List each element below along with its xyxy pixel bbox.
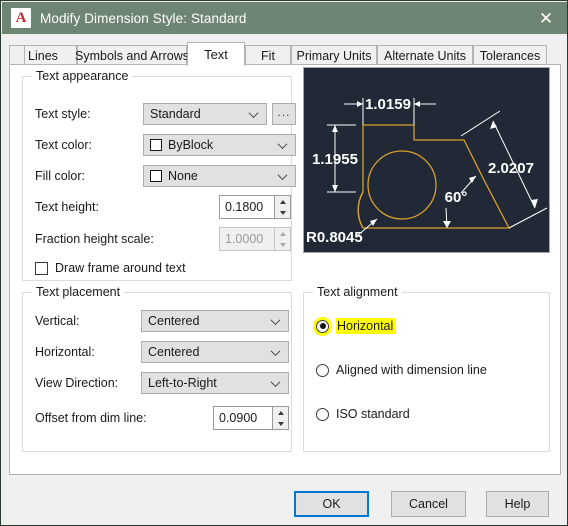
- chevron-down-icon: [279, 171, 288, 180]
- tab-fit[interactable]: Fit: [245, 45, 291, 65]
- tab-primary-units[interactable]: Primary Units: [291, 45, 377, 65]
- horizontal-value: Centered: [148, 345, 200, 359]
- radio-horizontal-label: Horizontal: [336, 318, 397, 334]
- title-bar: A Modify Dimension Style: Standard ✕: [2, 2, 567, 34]
- spin-up-icon: [275, 228, 290, 239]
- fraction-height-scale-stepper: 1.0000: [219, 227, 291, 251]
- horizontal-combo[interactable]: Centered: [141, 341, 289, 363]
- radio-unselected-icon[interactable]: [316, 407, 329, 421]
- modify-dimension-style-dialog: A Modify Dimension Style: Standard ✕ Lin…: [0, 0, 568, 526]
- dim-label-fillet-radius: R0.8045: [306, 229, 363, 246]
- fill-color-combo[interactable]: None: [143, 165, 296, 187]
- chevron-down-icon: [272, 378, 281, 387]
- chevron-down-icon: [272, 316, 281, 325]
- tab-alternate-units[interactable]: Alternate Units: [377, 45, 473, 65]
- fraction-height-scale-value: 1.0000: [219, 227, 274, 251]
- text-placement-group-label: Text placement: [32, 285, 125, 299]
- text-height-value[interactable]: 0.1800: [219, 195, 274, 219]
- spin-down-icon[interactable]: [275, 207, 290, 218]
- window-title: Modify Dimension Style: Standard: [40, 10, 247, 26]
- text-alignment-group-label: Text alignment: [313, 285, 402, 299]
- radio-unselected-icon[interactable]: [316, 363, 329, 377]
- arrow-left-top: [332, 125, 338, 132]
- fill-color-value: None: [168, 169, 198, 183]
- draw-frame-around-text-label: Draw frame around text: [55, 261, 186, 275]
- tab-text[interactable]: Text: [187, 42, 245, 66]
- text-style-browse-button[interactable]: ...: [272, 103, 296, 125]
- tab-symbols-and-arrows[interactable]: Symbols and Arrows: [75, 45, 189, 65]
- horizontal-label: Horizontal:: [35, 345, 95, 359]
- fillet-arc: [357, 191, 364, 229]
- color-swatch-icon: [150, 170, 162, 182]
- ext-line-angled-bottom: [508, 207, 548, 229]
- spin-up-icon[interactable]: [273, 407, 288, 418]
- tab-tolerances[interactable]: Tolerances: [473, 45, 547, 65]
- text-style-combo[interactable]: Standard: [143, 103, 267, 125]
- tab-strip: Lines Symbols and Arrows Text Fit Primar…: [9, 42, 561, 66]
- text-height-stepper[interactable]: 0.1800: [219, 195, 291, 219]
- offset-from-dim-line-stepper[interactable]: 0.0900: [213, 406, 289, 430]
- text-appearance-group-label: Text appearance: [32, 69, 133, 83]
- arrow-radius: [370, 219, 377, 226]
- radio-iso-standard[interactable]: ISO standard: [316, 407, 410, 421]
- hole-circle: [367, 150, 437, 220]
- radio-iso-standard-label: ISO standard: [336, 407, 410, 421]
- dim-label-angle: 60°: [445, 189, 468, 206]
- offset-from-dim-line-label: Offset from dim line:: [35, 411, 147, 425]
- spin-down-icon[interactable]: [273, 418, 288, 429]
- text-color-combo[interactable]: ByBlock: [143, 134, 296, 156]
- offset-from-dim-line-value[interactable]: 0.0900: [213, 406, 272, 430]
- help-button[interactable]: Help: [486, 491, 549, 517]
- text-height-label: Text height:: [35, 200, 99, 214]
- arrow-angle-upper: [469, 176, 476, 183]
- offset-spin-buttons[interactable]: [272, 406, 289, 430]
- vertical-combo[interactable]: Centered: [141, 310, 289, 332]
- radio-selected-icon[interactable]: [316, 319, 329, 333]
- arrow-top-left: [357, 101, 363, 107]
- spin-down-icon: [275, 239, 290, 250]
- text-color-label: Text color:: [35, 138, 92, 152]
- arrow-angle-lower: [443, 221, 451, 228]
- dim-label-left-height: 1.1955: [312, 151, 358, 168]
- text-placement-group: Text placement Vertical: Centered Horizo…: [22, 285, 292, 452]
- text-style-label: Text style:: [35, 107, 91, 121]
- chevron-down-icon: [272, 347, 281, 356]
- draw-frame-around-text-checkbox[interactable]: Draw frame around text: [35, 261, 186, 275]
- fraction-height-scale-label: Fraction height scale:: [35, 232, 154, 246]
- fill-color-label: Fill color:: [35, 169, 86, 183]
- autocad-a-icon: A: [11, 8, 31, 28]
- text-color-value: ByBlock: [168, 138, 214, 152]
- spin-up-icon[interactable]: [275, 196, 290, 207]
- dim-label-angled-length: 2.0207: [488, 160, 534, 177]
- preview-drawing: 1.0159 1.1955 2.0207 60° R0.8045: [306, 96, 548, 246]
- arrow-top-right: [414, 101, 420, 107]
- close-icon[interactable]: ✕: [524, 2, 567, 34]
- view-direction-label: View Direction:: [35, 376, 119, 390]
- radio-aligned-with-dimension-line[interactable]: Aligned with dimension line: [316, 363, 487, 377]
- tab-panel-text: Text appearance Text style: Standard ...…: [9, 64, 561, 475]
- checkbox-icon[interactable]: [35, 261, 48, 275]
- fraction-height-spin-buttons: [274, 227, 291, 251]
- arrow-angled-bottom: [531, 199, 538, 208]
- text-alignment-group: Text alignment Horizontal Aligned with d…: [303, 285, 550, 452]
- text-height-spin-buttons[interactable]: [274, 195, 291, 219]
- tab-spacer: [9, 45, 25, 65]
- radio-aligned-label: Aligned with dimension line: [336, 363, 487, 377]
- vertical-value: Centered: [148, 314, 200, 328]
- text-appearance-group: Text appearance Text style: Standard ...…: [22, 69, 296, 281]
- cancel-button[interactable]: Cancel: [391, 491, 466, 517]
- arrow-left-bottom: [332, 185, 338, 192]
- dimension-style-preview: 1.0159 1.1955 2.0207 60° R0.8045: [303, 67, 550, 253]
- ok-button[interactable]: OK: [294, 491, 369, 517]
- text-style-value: Standard: [150, 107, 201, 121]
- part-outline: [357, 124, 511, 229]
- radio-horizontal[interactable]: Horizontal: [316, 318, 397, 334]
- dim-label-top-width: 1.0159: [365, 96, 411, 113]
- vertical-label: Vertical:: [35, 314, 80, 328]
- view-direction-value: Left-to-Right: [148, 376, 217, 390]
- view-direction-combo[interactable]: Left-to-Right: [141, 372, 289, 394]
- chevron-down-icon: [250, 109, 259, 118]
- chevron-down-icon: [279, 140, 288, 149]
- color-swatch-icon: [150, 139, 162, 151]
